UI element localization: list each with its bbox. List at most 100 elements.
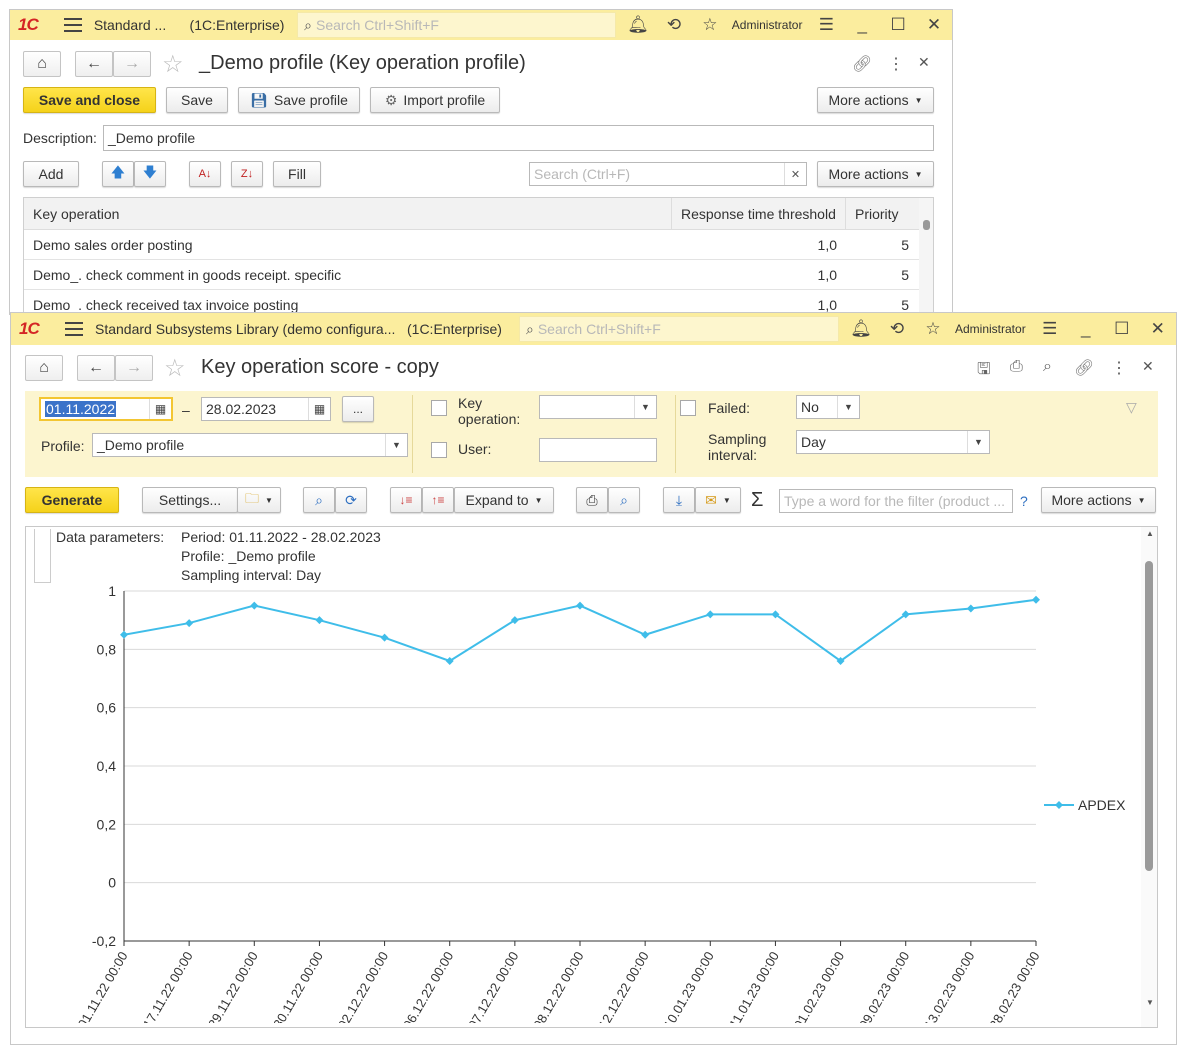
settings-menu-icon[interactable]: ☰ [808,15,844,35]
sampling-select[interactable]: Day ▼ [796,430,990,454]
history-icon[interactable]: ⟲ [879,319,915,339]
move-down-button[interactable]: 🡇 [134,161,166,187]
table-search-input[interactable]: Search (Ctrl+F) ✕ [529,162,807,186]
column-header[interactable]: Response time threshold [672,198,846,230]
description-field[interactable]: _Demo profile [103,125,934,151]
user-name[interactable]: Administrator [732,18,803,32]
maximize-icon[interactable]: ☐ [880,15,916,35]
variants-button[interactable]: 🗀 ▼ [237,487,281,513]
key-operation-select[interactable]: ▼ [539,395,657,419]
star-icon[interactable]: ☆ [915,319,951,339]
calendar-icon[interactable]: ▦ [308,398,330,420]
find-button[interactable]: ⌕ [303,487,335,513]
scroll-down-icon[interactable]: ▼ [1146,998,1154,1007]
menu-icon[interactable] [63,18,82,32]
more-actions-button[interactable]: More actions ▼ [1041,487,1156,513]
add-button[interactable]: Add [23,161,79,187]
clear-search-icon[interactable]: ✕ [784,163,806,185]
favorite-star-icon[interactable]: ☆ [162,50,184,79]
filter-icon[interactable]: ▽ [1126,399,1137,416]
collapse-button[interactable]: ↓≡ [390,487,422,513]
expand-to-button[interactable]: Expand to ▼ [454,487,554,513]
menu-icon[interactable] [65,322,83,336]
settings-button[interactable]: Settings... [142,487,238,513]
close-icon[interactable]: ✕ [916,15,952,35]
sort-asc-button[interactable]: A↓ [189,161,221,187]
minimize-icon[interactable]: _ [844,15,880,35]
column-header[interactable]: Key operation [24,198,672,230]
chevron-down-icon: ▼ [914,95,923,105]
find-next-button[interactable]: ⟳ [335,487,367,513]
import-profile-button[interactable]: ⚙ Import profile [370,87,500,113]
scroll-thumb[interactable] [1145,561,1153,871]
maximize-icon[interactable]: ☐ [1104,319,1140,339]
form-close-icon[interactable]: ✕ [1142,358,1154,375]
user-name[interactable]: Administrator [955,322,1026,336]
preview-icon[interactable]: ⌕ [1043,358,1052,376]
sum-icon[interactable]: Σ [751,489,763,512]
forward-button[interactable]: → [115,355,153,381]
cell-operation: Demo_. check received tax invoice postin… [33,296,299,313]
home-button[interactable]: ⌂ [23,51,61,77]
date-from-field[interactable]: 01.11.2022 ▦ [39,397,173,421]
link-icon[interactable]: 🔗︎ [852,54,872,74]
send-email-button[interactable]: ✉ ▼ [695,487,741,513]
global-search-input[interactable]: ⌕ Search Ctrl+Shift+F [519,316,839,342]
forward-button[interactable]: → [113,51,151,77]
filter-text-input[interactable]: Type a word for the filter (product ... [779,489,1013,513]
x-tick-label: 28.02.23 00:00 [986,949,1042,1023]
back-button[interactable]: ← [77,355,115,381]
more-icon[interactable]: ⋮ [1111,358,1127,378]
save-profile-button[interactable]: 💾︎ Save profile [238,87,360,113]
print-preview-button[interactable]: ⌕ [608,487,640,513]
table-row[interactable]: Demo_. check comment in goods receipt. s… [24,260,919,290]
date-to-field[interactable]: 28.02.2023 ▦ [201,397,331,421]
form-close-icon[interactable]: ✕ [918,54,930,71]
global-search-input[interactable]: ⌕ Search Ctrl+Shift+F [297,12,617,38]
save-icon[interactable]: 🖫 [977,358,991,385]
failed-checkbox[interactable] [680,400,696,416]
save-and-close-button[interactable]: Save and close [23,87,156,113]
home-button[interactable]: ⌂ [25,355,63,381]
back-button[interactable]: ← [75,51,113,77]
star-icon[interactable]: ☆ [692,15,728,35]
download-button[interactable]: ⤓ [663,487,695,513]
favorite-star-icon[interactable]: ☆ [164,354,186,383]
user-checkbox[interactable] [431,442,447,458]
generate-button[interactable]: Generate [25,487,119,513]
more-actions-table-button[interactable]: More actions ▼ [817,161,934,187]
minimize-icon[interactable]: _ [1068,319,1104,339]
expand-button[interactable]: ↑≡ [422,487,454,513]
link-icon[interactable]: 🔗︎ [1074,358,1094,378]
user-field[interactable] [539,438,657,462]
calendar-icon[interactable]: ▦ [149,399,171,419]
scroll-thumb[interactable] [923,220,930,230]
failed-select[interactable]: No ▼ [796,395,860,419]
period-select-button[interactable]: ... [342,396,374,422]
table-scrollbar[interactable] [919,198,933,316]
sort-desc-button[interactable]: Z↓ [231,161,263,187]
save-button[interactable]: Save [166,87,228,113]
settings-menu-icon[interactable]: ☰ [1032,319,1068,339]
1c-logo: 1C [18,15,39,34]
bell-icon[interactable]: 🔔︎ [620,15,656,35]
print-icon[interactable]: ⎙ [1010,358,1023,376]
profile-label: Profile: [41,438,85,454]
cell-priority: 5 [901,236,909,253]
move-up-button[interactable]: 🡅 [102,161,134,187]
x-tick-label: 17.11.22 00:00 [140,949,196,1023]
close-icon[interactable]: ✕ [1140,319,1176,339]
key-operation-checkbox[interactable] [431,400,447,416]
history-icon[interactable]: ⟲ [656,15,692,35]
report-scrollbar[interactable]: ▲ ▼ [1141,527,1157,1027]
help-icon[interactable]: ? [1020,493,1028,509]
profile-select[interactable]: _Demo profile ▼ [92,433,408,457]
table-row[interactable]: Demo sales order posting 1,0 5 [24,230,919,260]
more-icon[interactable]: ⋮ [888,54,904,74]
fill-button[interactable]: Fill [273,161,321,187]
bell-icon[interactable]: 🔔︎ [843,319,879,339]
column-header[interactable]: Priority [846,206,899,222]
print-button[interactable]: ⎙ [576,487,608,513]
more-actions-button[interactable]: More actions ▼ [817,87,934,113]
scroll-up-icon[interactable]: ▲ [1146,529,1154,538]
